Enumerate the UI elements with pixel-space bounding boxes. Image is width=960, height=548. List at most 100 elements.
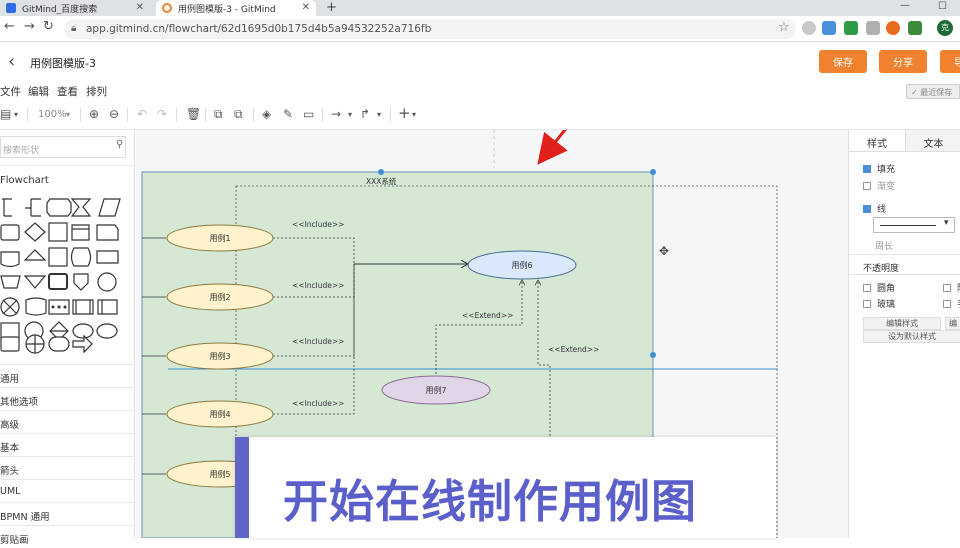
chevron-down-icon[interactable]: ▾	[412, 110, 416, 119]
flowchart-section-header[interactable]: Flowchart	[0, 165, 135, 191]
chevron-down-icon[interactable]: ▾	[348, 110, 352, 119]
shape-subprocess[interactable]	[72, 299, 94, 315]
browser-tab[interactable]: GitMind_百度搜索 ✕	[0, 0, 150, 16]
extension-icon[interactable]	[866, 21, 880, 35]
menu-arrange[interactable]: 排列	[86, 84, 107, 99]
shape-predefined[interactable]	[48, 273, 68, 290]
shape-card-2[interactable]	[96, 224, 119, 241]
waypoint-icon[interactable]: ↱	[360, 107, 370, 121]
category-basic[interactable]: 基本	[0, 433, 135, 456]
document-title[interactable]: 用例图模版-3	[30, 55, 96, 71]
shape-ellipse-2[interactable]	[96, 323, 118, 339]
resize-handle[interactable]	[650, 352, 656, 358]
chevron-down-icon[interactable]: ▾	[66, 110, 70, 119]
bookmark-star-icon[interactable]: ☆	[778, 20, 790, 35]
checkbox-icon[interactable]	[863, 205, 871, 213]
recent-save-button[interactable]: ✓ 最近保存	[906, 84, 960, 99]
checkbox-icon[interactable]	[863, 300, 871, 308]
category-advanced[interactable]: 高级	[0, 410, 135, 433]
resize-handle[interactable]	[378, 169, 384, 175]
search-icon[interactable]: ⚲	[116, 139, 123, 150]
shape-rounded-2[interactable]	[0, 336, 20, 352]
close-tab-icon[interactable]: ✕	[136, 2, 144, 13]
chevron-down-icon[interactable]: ▾	[14, 110, 18, 119]
back-arrow-icon[interactable]: ←	[4, 19, 15, 34]
export-button[interactable]: 导	[940, 50, 960, 73]
zoom-out-icon[interactable]: ⊖	[109, 107, 119, 121]
connection-icon[interactable]: →	[331, 107, 341, 121]
back-button[interactable]: ‹	[8, 51, 15, 72]
extension-icon[interactable]	[802, 21, 816, 35]
shape-offpage[interactable]	[73, 273, 89, 291]
shape-rect-2[interactable]	[97, 299, 118, 315]
shape-terminator[interactable]	[48, 336, 70, 352]
extension-icon[interactable]	[886, 21, 900, 35]
profile-avatar[interactable]: 克	[937, 20, 953, 36]
shape-card[interactable]	[71, 224, 90, 241]
shape-rounded[interactable]	[0, 224, 20, 241]
shape-search-input[interactable]: 搜索形状	[0, 136, 126, 158]
forward-arrow-icon[interactable]: →	[24, 19, 35, 34]
menu-edit[interactable]: 编辑	[28, 84, 49, 99]
zoom-in-icon[interactable]: ⊕	[89, 107, 99, 121]
shape-manual-op[interactable]	[0, 275, 21, 289]
insert-icon[interactable]: +	[398, 104, 411, 122]
category-bpmn[interactable]: BPMN 通用	[0, 502, 135, 525]
line-style-select[interactable]: ▾	[873, 217, 955, 233]
shadow-option[interactable]: 阴	[943, 281, 960, 294]
shape-document[interactable]	[0, 251, 20, 268]
delete-icon[interactable]: 🗑︎	[186, 107, 201, 121]
chevron-down-icon[interactable]: ▾	[377, 110, 381, 119]
download-extension-icon[interactable]	[822, 21, 836, 35]
shape-bracket-junction[interactable]	[25, 198, 41, 217]
edit-button[interactable]: 编	[945, 317, 960, 330]
checkbox-icon[interactable]	[943, 300, 951, 308]
shadow-icon[interactable]: ▭	[303, 107, 314, 121]
extension-icon[interactable]	[844, 21, 858, 35]
close-tab-icon[interactable]: ✕	[302, 2, 310, 13]
shape-data[interactable]	[98, 198, 121, 217]
shape-triangle[interactable]	[23, 249, 47, 261]
category-other[interactable]: 其他选项	[0, 387, 135, 410]
shape-decision[interactable]	[24, 222, 46, 242]
menu-file[interactable]: 文件	[0, 84, 21, 99]
tab-style[interactable]: 样式	[849, 130, 905, 152]
fill-color-icon[interactable]: ◈	[262, 107, 271, 121]
zoom-level[interactable]: 100%	[38, 109, 67, 120]
checkbox-icon[interactable]	[863, 284, 871, 292]
new-tab-button[interactable]: +	[326, 0, 337, 15]
shape-display[interactable]	[70, 247, 92, 267]
shape-arrow[interactable]	[72, 334, 93, 354]
browser-tab-active[interactable]: 用例图模版-3 - GitMind ✕	[156, 0, 316, 16]
category-uml[interactable]: UML	[0, 479, 135, 502]
redo-icon[interactable]: ↷	[157, 107, 167, 121]
minimize-icon[interactable]: —	[900, 0, 910, 11]
sketch-option[interactable]: 手	[943, 297, 960, 310]
glass-option[interactable]: 玻璃	[863, 297, 895, 310]
gradient-option[interactable]: 渐变	[863, 179, 895, 192]
shape-collate[interactable]	[70, 198, 92, 217]
line-color-icon[interactable]: ✎	[283, 107, 293, 121]
checkbox-icon[interactable]	[863, 165, 871, 173]
shape-process[interactable]	[46, 198, 72, 217]
shape-merge[interactable]	[23, 275, 47, 289]
bring-front-icon[interactable]: ⧉	[214, 107, 223, 122]
maximize-icon[interactable]: ☐	[938, 1, 947, 12]
rounded-option[interactable]: 圆角	[863, 281, 895, 294]
send-back-icon[interactable]: ⧉	[234, 107, 243, 122]
checkbox-icon[interactable]	[863, 182, 871, 190]
shape-circle[interactable]	[97, 272, 117, 292]
shape-square[interactable]	[48, 247, 68, 267]
url-input[interactable]: 🔒︎ app.gitmind.cn/flowchart/62d1695d0b17…	[64, 19, 796, 39]
resize-handle[interactable]	[650, 169, 656, 175]
line-option[interactable]: 线	[863, 202, 886, 215]
menu-view[interactable]: 查看	[57, 84, 78, 99]
undo-icon[interactable]: ↶	[137, 107, 147, 121]
share-button[interactable]: 分享	[879, 50, 927, 73]
shape-rect[interactable]	[96, 250, 119, 264]
shape-internal-storage[interactable]	[48, 222, 68, 242]
panel-toggle-icon[interactable]: ▤	[0, 107, 11, 121]
category-arrows[interactable]: 箭头	[0, 456, 135, 479]
extension-icon[interactable]	[908, 21, 922, 35]
category-clipart[interactable]: 剪贴画	[0, 525, 135, 548]
